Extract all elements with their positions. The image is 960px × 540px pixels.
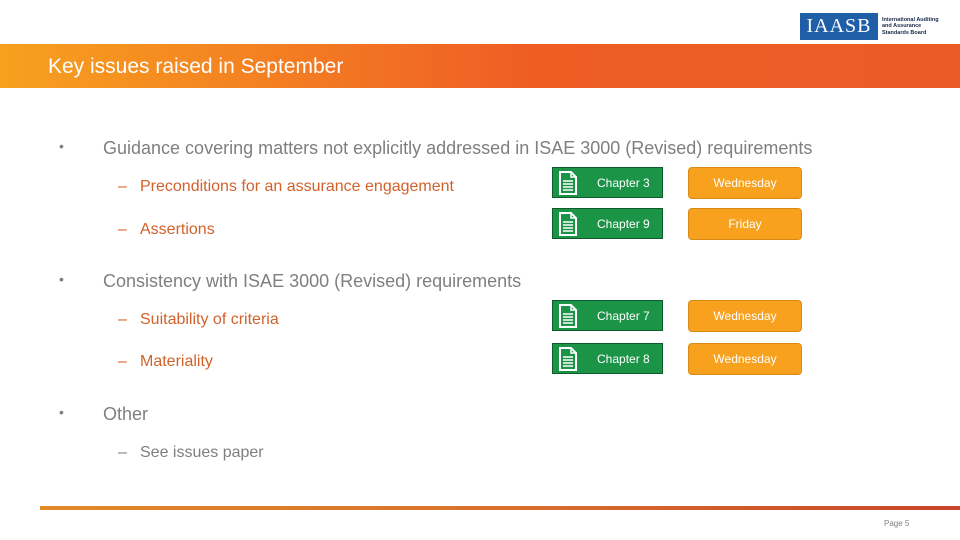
chapter-8-button[interactable]: Chapter 8 bbox=[552, 343, 663, 374]
logo-mark: IAASB bbox=[800, 13, 878, 40]
day-button-friday[interactable]: Friday bbox=[688, 208, 802, 240]
footer-divider bbox=[40, 506, 960, 510]
chapter-label: Chapter 7 bbox=[597, 309, 650, 323]
logo-subtitle-line: Standards Board bbox=[882, 29, 927, 36]
dash-marker: – bbox=[118, 221, 127, 238]
bullet-text: Guidance covering matters not explicitly… bbox=[103, 138, 813, 158]
document-icon bbox=[559, 212, 577, 236]
logo-subtitle: International Auditing and Assurance Sta… bbox=[882, 17, 942, 37]
dash-marker: – bbox=[118, 178, 127, 195]
dash-marker: – bbox=[118, 311, 127, 328]
subitem-text: See issues paper bbox=[140, 444, 264, 461]
title-bar: Key issues raised in September bbox=[0, 44, 960, 88]
day-button-wednesday[interactable]: Wednesday bbox=[688, 343, 802, 375]
subitem-text: Materiality bbox=[140, 353, 213, 370]
chapter-9-button[interactable]: Chapter 9 bbox=[552, 208, 663, 239]
bullet-dot: • bbox=[59, 271, 64, 287]
subitem-text: Assertions bbox=[140, 221, 215, 238]
subitem: – Assertions bbox=[118, 221, 215, 239]
chapter-7-button[interactable]: Chapter 7 bbox=[552, 300, 663, 331]
document-icon bbox=[559, 171, 577, 195]
chapter-label: Chapter 9 bbox=[597, 217, 650, 231]
document-icon bbox=[559, 304, 577, 328]
bullet-dot: • bbox=[59, 138, 64, 154]
subitem: – Suitability of criteria bbox=[118, 311, 279, 329]
chapter-3-button[interactable]: Chapter 3 bbox=[552, 167, 663, 198]
document-icon bbox=[559, 347, 577, 371]
dash-marker: – bbox=[118, 353, 127, 370]
subitem: – Materiality bbox=[118, 353, 213, 371]
chapter-label: Chapter 8 bbox=[597, 352, 650, 366]
chapter-label: Chapter 3 bbox=[597, 176, 650, 190]
subitem: – Preconditions for an assurance engageme… bbox=[118, 178, 454, 196]
day-button-wednesday[interactable]: Wednesday bbox=[688, 167, 802, 199]
dash-marker: – bbox=[118, 444, 127, 461]
subitem-text: Suitability of criteria bbox=[140, 311, 279, 328]
bullet-dot: • bbox=[59, 404, 64, 420]
subitem-text: Preconditions for an assurance engagemen… bbox=[140, 178, 454, 195]
subitem: – See issues paper bbox=[118, 444, 264, 462]
bullet-text: Consistency with ISAE 3000 (Revised) req… bbox=[103, 271, 522, 291]
bullet-text: Other bbox=[103, 404, 149, 424]
day-button-wednesday[interactable]: Wednesday bbox=[688, 300, 802, 332]
slide-title: Key issues raised in September bbox=[48, 55, 344, 78]
iaasb-logo: IAASB International Auditing and Assuran… bbox=[800, 13, 942, 40]
page-number: Page 5 bbox=[884, 519, 910, 528]
